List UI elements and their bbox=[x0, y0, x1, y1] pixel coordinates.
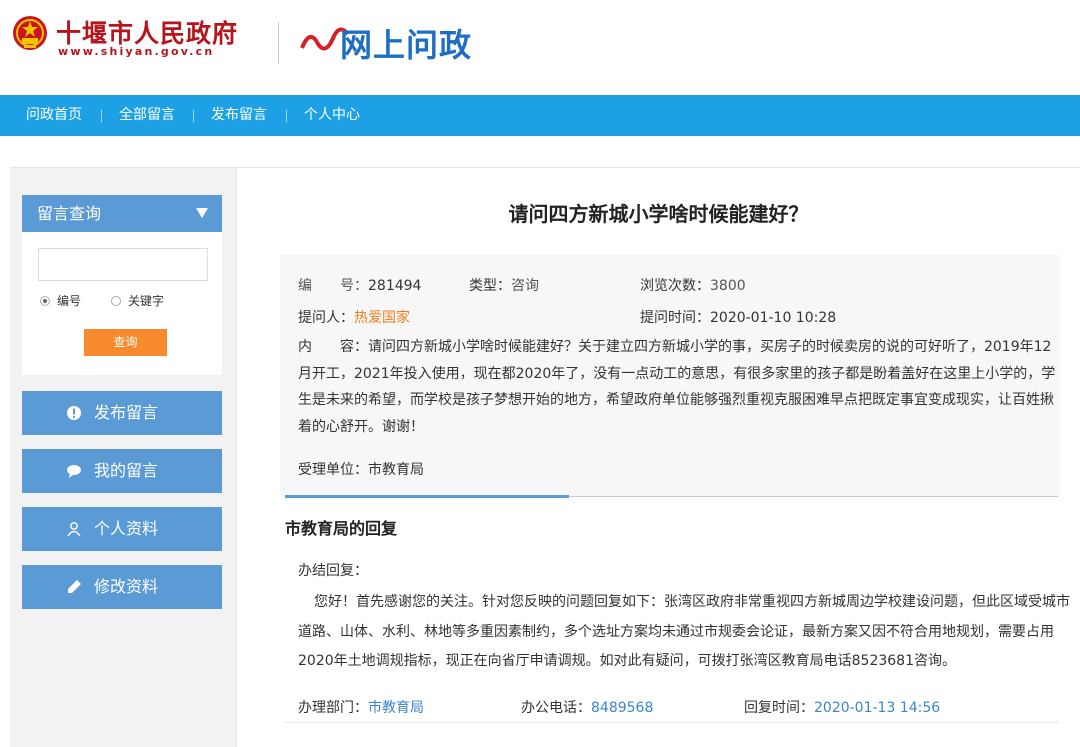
question-type-value: 咨询 bbox=[511, 278, 539, 294]
question-views-label: 浏览次数： bbox=[640, 278, 710, 294]
reply-dept-value[interactable]: 市教育局 bbox=[368, 700, 424, 716]
reply-time-label: 回复时间： bbox=[744, 700, 814, 716]
nav-separator bbox=[286, 110, 287, 122]
nav-separator bbox=[193, 110, 194, 122]
site-header: 十堰市人民政府 www.shiyan.gov.cn 网上问政 bbox=[0, 0, 1080, 95]
reply-phone-label: 办公电话： bbox=[521, 700, 591, 716]
nav-item-post-message[interactable]: 发布留言 bbox=[211, 95, 267, 136]
nav-item-personal-center[interactable]: 个人中心 bbox=[304, 95, 360, 136]
nav-item-all-messages[interactable]: 全部留言 bbox=[119, 95, 175, 136]
question-content: 内 容：请问四方新城小学啥时候能建好？关于建立四方新城小学的事，买房子的时候卖房… bbox=[298, 334, 1058, 440]
question-number: 编 号：281494 bbox=[298, 275, 421, 295]
edit-profile-label: 修改资料 bbox=[94, 577, 159, 596]
nav-separator bbox=[101, 110, 102, 122]
query-button[interactable]: 查询 bbox=[84, 329, 167, 356]
question-views-value: 3800 bbox=[710, 278, 746, 294]
query-panel-header[interactable]: 留言查询 bbox=[22, 195, 222, 232]
user-icon bbox=[67, 522, 81, 537]
question-title: 请问四方新城小学啥时候能建好？ bbox=[508, 202, 809, 226]
main-nav: 问政首页 全部留言 发布留言 个人中心 bbox=[0, 95, 1080, 136]
profile-button[interactable]: 个人资料 bbox=[22, 507, 222, 551]
reply-phone: 办公电话：8489568 bbox=[521, 697, 653, 717]
question-content-label: 内 容： bbox=[298, 339, 368, 355]
reply-heading: 办结回复： bbox=[298, 563, 368, 579]
post-message-button[interactable]: 发布留言 bbox=[22, 391, 222, 435]
header-divider bbox=[278, 22, 279, 64]
query-panel: 留言查询 编号 关键字 查询 bbox=[22, 195, 222, 375]
reply-bottom-rule bbox=[285, 722, 1058, 723]
my-messages-label: 我的留言 bbox=[94, 461, 159, 480]
pencil-icon bbox=[68, 580, 81, 593]
nav-item-home[interactable]: 问政首页 bbox=[26, 95, 82, 136]
profile-label: 个人资料 bbox=[94, 519, 159, 538]
caret-down-icon[interactable] bbox=[196, 208, 208, 218]
radio-keyword[interactable]: 关键字 bbox=[111, 292, 164, 309]
question-time-value: 2020-01-10 10:28 bbox=[710, 310, 837, 326]
reply-dept-label: 办理部门： bbox=[298, 700, 368, 716]
my-messages-button[interactable]: 我的留言 bbox=[22, 449, 222, 493]
chat-bubble-icon bbox=[67, 465, 81, 478]
question-type: 类型：咨询 bbox=[469, 275, 539, 295]
reply-time-value: 2020-01-13 14:56 bbox=[814, 700, 941, 716]
question-asker-value[interactable]: 热爱国家 bbox=[354, 310, 410, 326]
site-url[interactable]: www.shiyan.gov.cn bbox=[58, 45, 214, 58]
exclamation-circle-icon bbox=[67, 406, 81, 420]
question-number-label: 编 号： bbox=[298, 278, 368, 294]
reply-title: 市教育局的回复 bbox=[285, 519, 398, 538]
question-content-text: 请问四方新城小学啥时候能建好？关于建立四方新城小学的事，买房子的时候卖房的说的可… bbox=[298, 339, 1056, 435]
national-emblem-icon bbox=[13, 16, 47, 50]
query-panel-title: 留言查询 bbox=[37, 204, 102, 223]
question-unit-value: 市教育局 bbox=[368, 462, 424, 478]
question-number-value: 281494 bbox=[368, 278, 422, 294]
radio-checked-icon[interactable] bbox=[40, 296, 50, 306]
question-views: 浏览次数：3800 bbox=[640, 275, 746, 295]
reply-body: 您好！首先感谢您的关注。针对您反映的问题回复如下：张湾区政府非常重视四方新城周边… bbox=[298, 594, 1070, 669]
question-time-label: 提问时间： bbox=[640, 310, 710, 326]
logo-text[interactable]: 网上问政 bbox=[340, 20, 472, 66]
question-type-label: 类型： bbox=[469, 278, 511, 294]
section-divider-accent bbox=[285, 495, 569, 498]
edit-profile-button[interactable]: 修改资料 bbox=[22, 565, 222, 609]
post-message-label: 发布留言 bbox=[94, 403, 159, 422]
question-time: 提问时间：2020-01-10 10:28 bbox=[640, 307, 836, 327]
search-input[interactable] bbox=[38, 248, 208, 281]
radio-keyword-label: 关键字 bbox=[128, 294, 165, 308]
question-asker: 提问人：热爱国家 bbox=[298, 307, 410, 327]
radio-number-label: 编号 bbox=[57, 294, 82, 308]
question-asker-label: 提问人： bbox=[298, 310, 354, 326]
radio-unchecked-icon[interactable] bbox=[111, 296, 121, 306]
sidebar-divider bbox=[236, 168, 237, 747]
question-unit-label: 受理单位： bbox=[298, 462, 368, 478]
reply-phone-value: 8489568 bbox=[591, 700, 654, 716]
radio-number[interactable]: 编号 bbox=[40, 292, 81, 309]
reply-dept: 办理部门：市教育局 bbox=[298, 697, 424, 717]
reply-time: 回复时间：2020-01-13 14:56 bbox=[744, 697, 940, 717]
question-unit: 受理单位：市教育局 bbox=[298, 459, 424, 479]
